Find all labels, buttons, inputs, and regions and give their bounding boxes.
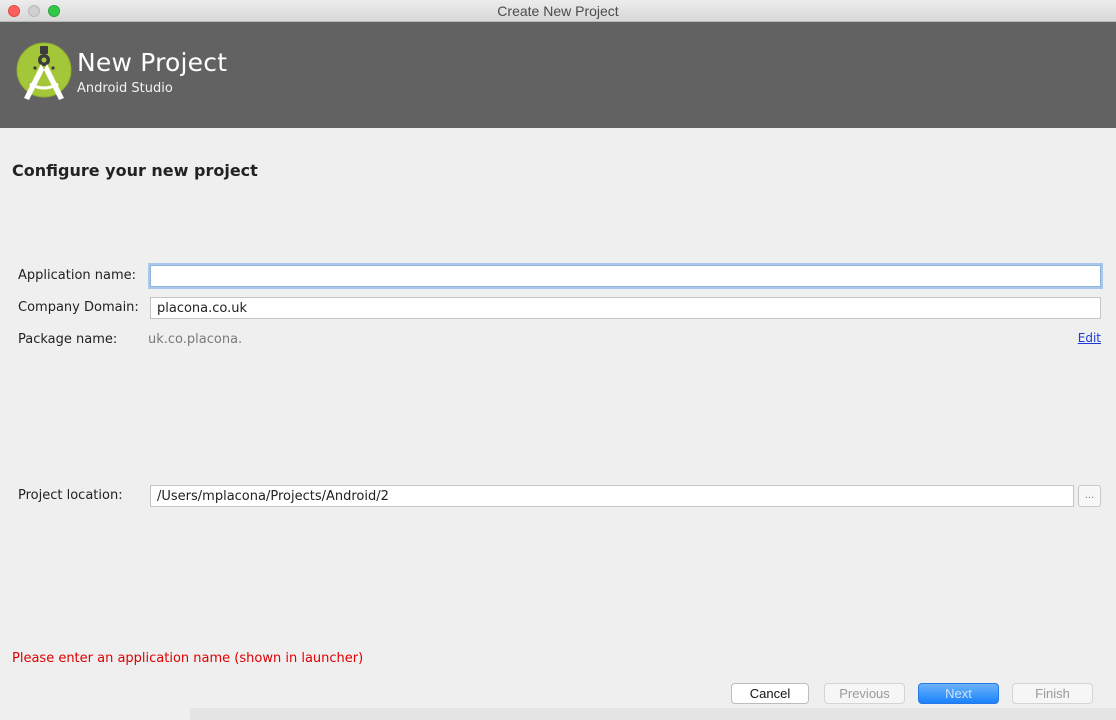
project-location-input[interactable] xyxy=(150,485,1074,507)
android-studio-logo-icon xyxy=(16,42,72,100)
next-button[interactable]: Next xyxy=(918,683,999,704)
header-title: New Project xyxy=(77,48,228,77)
window-title: Create New Project xyxy=(497,3,619,19)
title-bar: Create New Project xyxy=(0,0,1116,22)
bottom-strip xyxy=(190,708,1116,720)
edit-package-link[interactable]: Edit xyxy=(1078,331,1101,345)
package-name-value: uk.co.placona. xyxy=(148,332,243,347)
create-project-window: Create New Project New Project Android S… xyxy=(0,0,1116,720)
finish-button[interactable]: Finish xyxy=(1012,683,1093,704)
validation-error-message: Please enter an application name (shown … xyxy=(12,651,364,666)
header-subtitle: Android Studio xyxy=(77,81,173,96)
section-title: Configure your new project xyxy=(12,161,258,180)
browse-location-button[interactable]: ... xyxy=(1078,485,1101,507)
application-name-input[interactable] xyxy=(150,265,1101,287)
wizard-header: New Project Android Studio xyxy=(0,22,1116,128)
package-name-label: Package name: xyxy=(18,332,118,347)
company-domain-input[interactable] xyxy=(150,297,1101,319)
application-name-label: Application name: xyxy=(18,268,137,283)
project-location-label: Project location: xyxy=(18,488,123,503)
cancel-button[interactable]: Cancel xyxy=(731,683,809,704)
company-domain-label: Company Domain: xyxy=(18,300,139,315)
previous-button[interactable]: Previous xyxy=(824,683,905,704)
